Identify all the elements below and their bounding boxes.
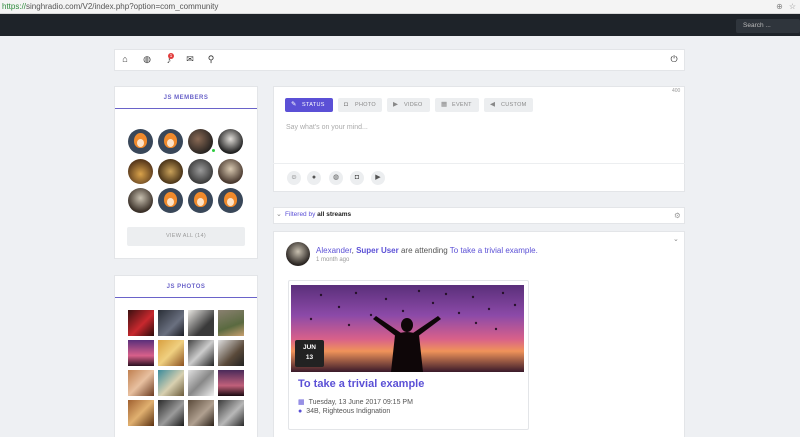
member-avatar[interactable] <box>218 188 243 213</box>
event-datetime: ▦ Tuesday, 13 June 2017 09:15 PM <box>298 399 413 406</box>
top-navigation <box>0 14 800 36</box>
chevron-down-icon[interactable]: ⌄ <box>673 235 679 243</box>
char-counter: 400 <box>672 88 681 94</box>
location-icon[interactable]: ● <box>307 171 321 185</box>
translate-icon[interactable]: ⊕ <box>775 2 784 11</box>
photo-thumbnail[interactable] <box>188 340 214 366</box>
member-avatar[interactable] <box>158 188 183 213</box>
actor-link[interactable]: Alexander <box>316 246 352 255</box>
event-cover-image[interactable] <box>291 285 524 372</box>
power-icon[interactable]: ⏻ <box>668 53 680 65</box>
browser-url-bar[interactable]: https://singhradio.com/V2/index.php?opti… <box>0 0 800 14</box>
photo-thumbnail[interactable] <box>218 340 244 366</box>
tab-custom[interactable]: ◀ CUSTOM <box>484 98 533 112</box>
photos-title: JS PHOTOS <box>166 284 206 290</box>
photo-thumbnail[interactable] <box>158 400 184 426</box>
photo-thumbnail[interactable] <box>158 310 184 336</box>
url-text[interactable]: https://singhradio.com/V2/index.php?opti… <box>2 2 218 11</box>
photo-thumbnail[interactable] <box>158 340 184 366</box>
photo-thumbnail[interactable] <box>188 370 214 396</box>
silhouette-image <box>309 289 517 372</box>
globe-icon[interactable]: ◍ <box>141 53 153 65</box>
photo-thumbnail[interactable] <box>188 310 214 336</box>
notification-badge: 1 <box>168 53 174 59</box>
photo-thumbnail[interactable] <box>128 400 154 426</box>
member-avatar[interactable] <box>188 188 213 213</box>
photo-thumbnail[interactable] <box>218 310 244 336</box>
video-icon: ▶ <box>393 101 399 108</box>
event-link[interactable]: To take a trivial example. <box>450 246 538 255</box>
tab-video[interactable]: ▶ VIDEO <box>387 98 430 112</box>
activity-time: 1 month ago <box>316 257 350 263</box>
photo-thumbnail[interactable] <box>128 340 154 366</box>
photo-thumbnail[interactable] <box>128 310 154 336</box>
activity-headline: Alexander, Super User are attending To t… <box>316 246 538 255</box>
photo-thumbnail[interactable] <box>128 370 154 396</box>
star-icon[interactable]: ☆ <box>788 2 797 11</box>
member-avatar[interactable] <box>218 159 243 184</box>
member-avatar[interactable] <box>128 159 153 184</box>
event-title[interactable]: To take a trivial example <box>298 378 424 390</box>
photo-thumbnail[interactable] <box>158 370 184 396</box>
pencil-icon: ✎ <box>291 101 297 108</box>
tab-event[interactable]: ▦ EVENT <box>435 98 479 112</box>
community-toolbar <box>114 49 685 71</box>
camera-icon[interactable]: ◘ <box>350 171 364 185</box>
globe-icon[interactable]: ◍ <box>329 171 343 185</box>
event-location: ● 34B, Righteous Indignation <box>298 408 391 415</box>
tab-photo[interactable]: ◘ PHOTO <box>338 98 382 112</box>
photo-thumbnail[interactable] <box>188 400 214 426</box>
photo-thumbnail[interactable] <box>218 400 244 426</box>
actor-link[interactable]: Super User <box>356 246 399 255</box>
member-avatar[interactable] <box>158 159 183 184</box>
video-icon[interactable]: ▶ <box>371 171 385 185</box>
location-icon: ● <box>298 408 303 415</box>
calendar-icon: ▦ <box>298 399 305 406</box>
tab-status[interactable]: ✎ STATUS <box>285 98 333 112</box>
photo-thumbnail[interactable] <box>218 370 244 396</box>
site-search-input[interactable]: Search ... <box>736 19 800 33</box>
event-date-badge: JUN 13 <box>295 340 324 367</box>
member-avatar[interactable] <box>158 129 183 154</box>
search-icon[interactable]: ⚲ <box>205 53 217 65</box>
member-avatar[interactable] <box>218 129 243 154</box>
composer-divider <box>273 163 685 164</box>
member-avatar[interactable] <box>188 159 213 184</box>
photos-title-underline <box>115 297 257 298</box>
members-title: JS MEMBERS <box>163 95 209 101</box>
gear-icon[interactable]: ⚙ <box>674 211 681 220</box>
emoji-icon[interactable]: ☺ <box>287 171 301 185</box>
member-avatar[interactable] <box>188 129 213 154</box>
mail-icon[interactable]: ✉ <box>184 53 196 65</box>
megaphone-icon: ◀ <box>490 101 496 108</box>
avatar[interactable] <box>286 242 310 266</box>
online-indicator <box>211 148 216 153</box>
home-icon[interactable]: ⌂ <box>119 53 131 65</box>
filter-label[interactable]: Filtered by all streams <box>285 211 351 218</box>
view-all-members-button[interactable]: VIEW ALL (14) <box>127 227 245 246</box>
chevron-down-icon[interactable]: ⌄ <box>276 210 282 218</box>
status-input[interactable]: Say what's on your mind... <box>286 124 368 131</box>
calendar-icon: ▦ <box>441 101 448 108</box>
camera-icon: ◘ <box>344 101 349 108</box>
member-avatar[interactable] <box>128 188 153 213</box>
member-avatar[interactable] <box>128 129 153 154</box>
members-title-underline <box>115 108 257 109</box>
